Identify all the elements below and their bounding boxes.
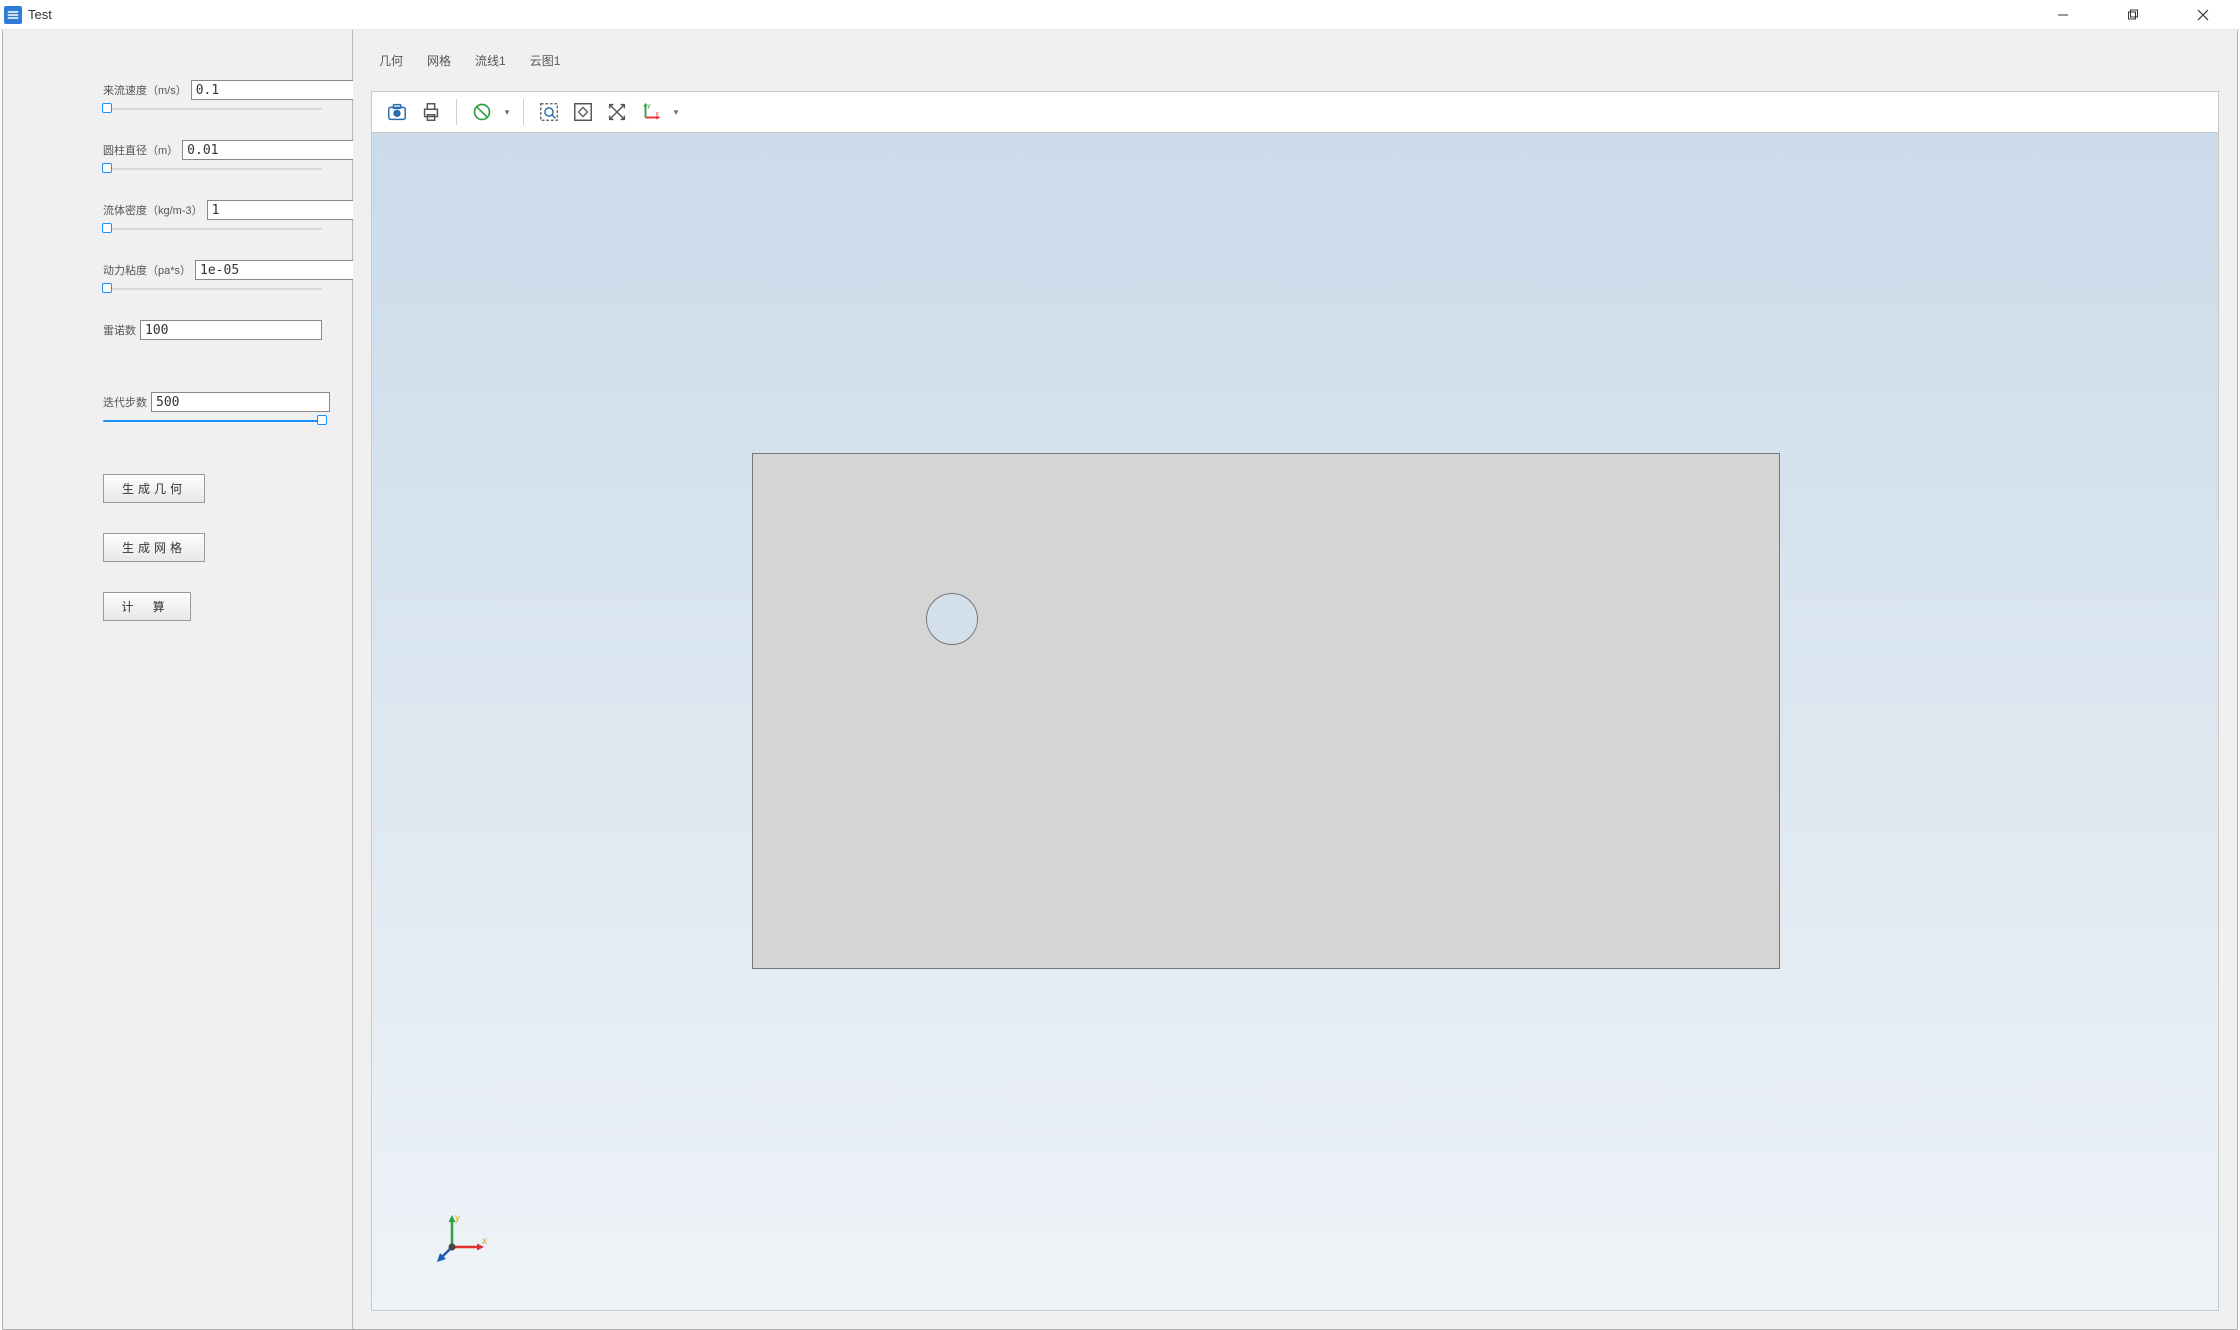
density-slider[interactable] <box>103 226 322 232</box>
clear-dropdown-icon[interactable]: ▾ <box>501 107 513 118</box>
axes-icon[interactable]: y x <box>636 97 666 127</box>
minimize-button[interactable] <box>2028 0 2098 30</box>
reset-icon[interactable] <box>602 97 632 127</box>
svg-text:x: x <box>656 111 660 118</box>
viscosity-label: 动力粘度（pa*s） <box>103 262 191 278</box>
orientation-triad-icon: y x <box>432 1207 492 1270</box>
tab-streamline1[interactable]: 流线1 <box>467 48 514 73</box>
generate-geometry-button[interactable]: 生成几何 <box>103 474 205 503</box>
clear-icon[interactable] <box>467 97 497 127</box>
svg-text:y: y <box>455 1213 460 1224</box>
axes-dropdown-icon[interactable]: ▾ <box>670 107 682 118</box>
svg-text:y: y <box>647 102 651 109</box>
diameter-slider[interactable] <box>103 166 322 172</box>
window-title: Test <box>28 7 52 22</box>
close-button[interactable] <box>2168 0 2238 30</box>
tab-geometry[interactable]: 几何 <box>371 48 411 73</box>
calculate-button[interactable]: 计 算 <box>103 592 191 621</box>
toolbar: ▾ y x ▾ <box>371 91 2219 133</box>
main: 几何 网格 流线1 云图1 ▾ <box>353 30 2237 1329</box>
titlebar: Test <box>0 0 2240 30</box>
maximize-button[interactable] <box>2098 0 2168 30</box>
domain-rectangle <box>752 453 1780 969</box>
app-icon <box>4 6 22 24</box>
svg-text:x: x <box>482 1236 487 1247</box>
iterations-slider[interactable] <box>103 418 322 424</box>
reynolds-label: 雷诺数 <box>103 322 136 338</box>
iterations-label: 迭代步数 <box>103 394 147 410</box>
iterations-input[interactable] <box>151 392 330 412</box>
viewport[interactable]: y x <box>371 133 2219 1311</box>
tab-mesh[interactable]: 网格 <box>419 48 459 73</box>
diameter-input[interactable] <box>182 140 361 160</box>
velocity-slider[interactable] <box>103 106 322 112</box>
tab-bar: 几何 网格 流线1 云图1 <box>353 30 2237 73</box>
velocity-label: 来流速度（m/s） <box>103 82 187 98</box>
cylinder-circle <box>926 593 978 645</box>
fit-icon[interactable] <box>568 97 598 127</box>
camera-icon[interactable] <box>382 97 412 127</box>
sidebar: 来流速度（m/s） 圆柱直径（m） 流体密度（kg/m-3） 动力粘度 <box>3 30 353 1329</box>
zoom-box-icon[interactable] <box>534 97 564 127</box>
viscosity-input[interactable] <box>195 260 374 280</box>
tab-contour1[interactable]: 云图1 <box>522 48 569 73</box>
print-icon[interactable] <box>416 97 446 127</box>
generate-mesh-button[interactable]: 生成网格 <box>103 533 205 562</box>
reynolds-input[interactable] <box>140 320 322 340</box>
velocity-input[interactable] <box>191 80 370 100</box>
viscosity-slider[interactable] <box>103 286 322 292</box>
density-label: 流体密度（kg/m-3） <box>103 202 203 218</box>
diameter-label: 圆柱直径（m） <box>103 142 178 158</box>
